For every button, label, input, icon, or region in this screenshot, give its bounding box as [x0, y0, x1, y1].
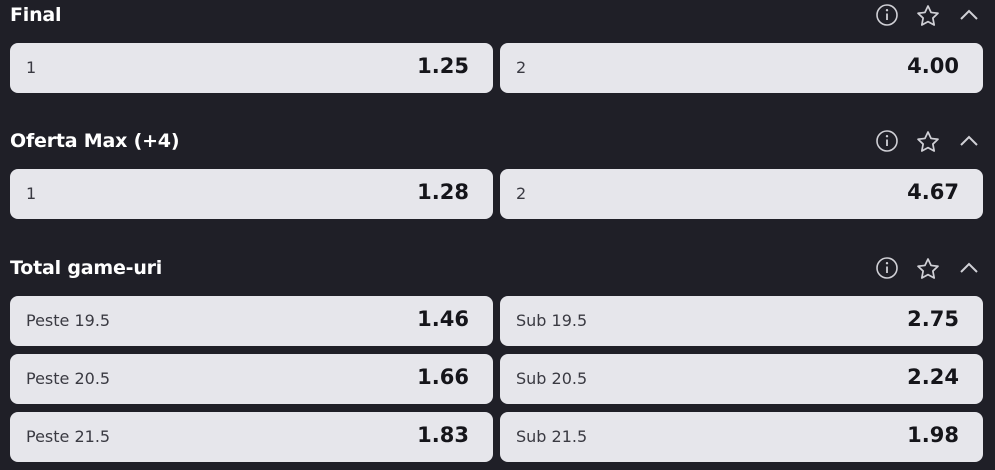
outcome-row: 1 1.25 2 4.00 [0, 43, 995, 101]
odds-button[interactable]: Sub 19.5 2.75 [500, 296, 983, 346]
odds-value: 4.67 [907, 180, 959, 204]
outcome-row: 1 1.28 2 4.67 [0, 169, 995, 227]
odds-button[interactable]: Sub 20.5 2.24 [500, 354, 983, 404]
market-header: Oferta Max (+4) [0, 126, 995, 162]
market-outcomes: 1 1.28 2 4.67 [0, 169, 995, 227]
outcome-label: Sub 20.5 [516, 369, 588, 388]
outcome-row: Peste 20.5 1.66 Sub 20.5 2.24 [0, 354, 995, 412]
outcome-label: 1 [26, 58, 37, 77]
odds-value: 2.75 [907, 307, 959, 331]
chevron-up-icon[interactable] [957, 3, 981, 31]
outcome-label: 2 [516, 184, 527, 203]
star-icon[interactable] [915, 3, 941, 33]
odds-value: 1.83 [417, 423, 469, 447]
odds-value: 4.00 [907, 54, 959, 78]
info-icon[interactable] [875, 256, 899, 284]
market-final: Final 1 1.25 2 4.00 [0, 0, 995, 101]
outcome-row: Peste 21.5 1.83 Sub 21.5 1.98 [0, 412, 995, 470]
market-actions [875, 126, 995, 162]
odds-value: 1.25 [417, 54, 469, 78]
market-total-game-uri: Total game-uri Peste 19.5 1.46 Sub 19.5 … [0, 253, 995, 470]
odds-value: 2.24 [907, 365, 959, 389]
outcome-label: Peste 21.5 [26, 427, 111, 446]
market-outcomes: 1 1.25 2 4.00 [0, 43, 995, 101]
market-header: Final [0, 0, 995, 36]
outcome-label: Peste 19.5 [26, 311, 111, 330]
outcome-row: Peste 19.5 1.46 Sub 19.5 2.75 [0, 296, 995, 354]
star-icon[interactable] [915, 256, 941, 286]
odds-button[interactable]: Peste 21.5 1.83 [10, 412, 493, 462]
outcome-label: 1 [26, 184, 37, 203]
odds-button[interactable]: Peste 19.5 1.46 [10, 296, 493, 346]
odds-button[interactable]: 1 1.25 [10, 43, 493, 93]
odds-button[interactable]: 2 4.00 [500, 43, 983, 93]
market-actions [875, 0, 995, 36]
market-header: Total game-uri [0, 253, 995, 289]
market-title: Final [10, 4, 62, 26]
market-title: Oferta Max (+4) [10, 130, 180, 152]
odds-value: 1.98 [907, 423, 959, 447]
outcome-label: 2 [516, 58, 527, 77]
odds-value: 1.46 [417, 307, 469, 331]
info-icon[interactable] [875, 129, 899, 157]
odds-button[interactable]: Peste 20.5 1.66 [10, 354, 493, 404]
market-title: Total game-uri [10, 257, 163, 279]
chevron-up-icon[interactable] [957, 129, 981, 157]
chevron-up-icon[interactable] [957, 256, 981, 284]
star-icon[interactable] [915, 129, 941, 159]
market-oferta-max: Oferta Max (+4) 1 1.28 2 4.67 [0, 126, 995, 227]
market-actions [875, 253, 995, 289]
odds-button[interactable]: 1 1.28 [10, 169, 493, 219]
odds-button[interactable]: 2 4.67 [500, 169, 983, 219]
info-icon[interactable] [875, 3, 899, 31]
outcome-label: Sub 19.5 [516, 311, 588, 330]
outcome-label: Sub 21.5 [516, 427, 588, 446]
odds-button[interactable]: Sub 21.5 1.98 [500, 412, 983, 462]
odds-value: 1.66 [417, 365, 469, 389]
market-outcomes: Peste 19.5 1.46 Sub 19.5 2.75 Peste 20.5… [0, 296, 995, 470]
outcome-label: Peste 20.5 [26, 369, 111, 388]
odds-value: 1.28 [417, 180, 469, 204]
